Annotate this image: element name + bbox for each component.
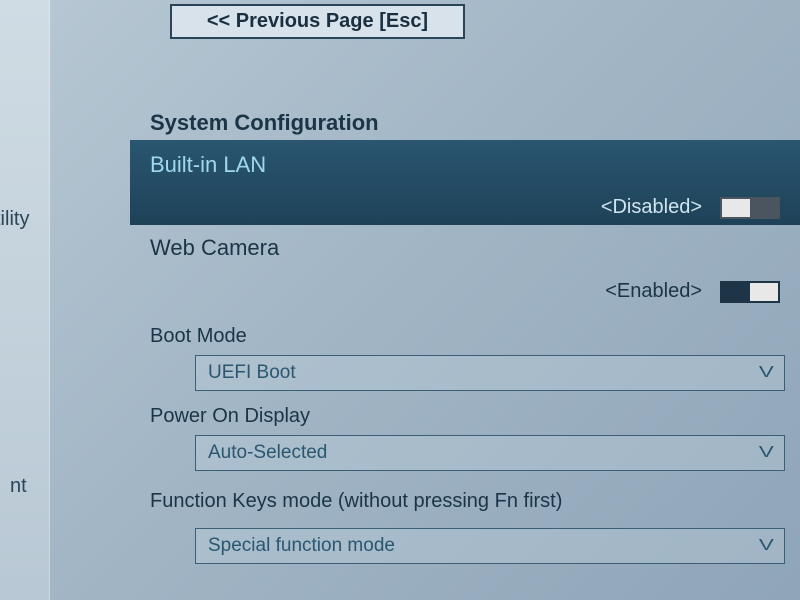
setting-built-in-lan[interactable]: Built-in LAN <Disabled> — [130, 140, 800, 225]
setting-value: <Enabled> — [605, 280, 702, 303]
sidebar-item-nt[interactable]: nt — [10, 475, 27, 498]
setting-web-camera-value-row: <Enabled> — [605, 280, 780, 303]
setting-function-keys-label: Function Keys mode (without pressing Fn … — [150, 490, 562, 513]
lan-toggle[interactable] — [720, 197, 780, 219]
toggle-knob — [750, 283, 778, 301]
previous-page-button[interactable]: << Previous Page [Esc] — [170, 4, 465, 39]
setting-power-on-display-label: Power On Display — [150, 405, 310, 428]
sidebar: tility nt — [0, 0, 50, 600]
chevron-down-icon: V — [759, 444, 774, 462]
chevron-down-icon: V — [759, 537, 774, 555]
dropdown-value: Auto-Selected — [208, 442, 327, 464]
setting-web-camera-label: Web Camera — [150, 235, 279, 261]
boot-mode-dropdown[interactable]: UEFI Boot V — [195, 355, 785, 391]
toggle-knob — [722, 199, 750, 217]
dropdown-value: Special function mode — [208, 535, 395, 557]
webcam-toggle[interactable] — [720, 281, 780, 303]
power-on-display-dropdown[interactable]: Auto-Selected V — [195, 435, 785, 471]
chevron-down-icon: V — [759, 364, 774, 382]
setting-value: <Disabled> — [601, 196, 702, 219]
function-keys-dropdown[interactable]: Special function mode V — [195, 528, 785, 564]
setting-label: Built-in LAN — [150, 152, 780, 178]
setting-boot-mode-label: Boot Mode — [150, 325, 247, 348]
dropdown-value: UEFI Boot — [208, 362, 296, 384]
section-title: System Configuration — [150, 110, 379, 136]
main-panel: << Previous Page [Esc] System Configurat… — [50, 0, 800, 600]
sidebar-item-utility[interactable]: tility — [0, 208, 29, 231]
